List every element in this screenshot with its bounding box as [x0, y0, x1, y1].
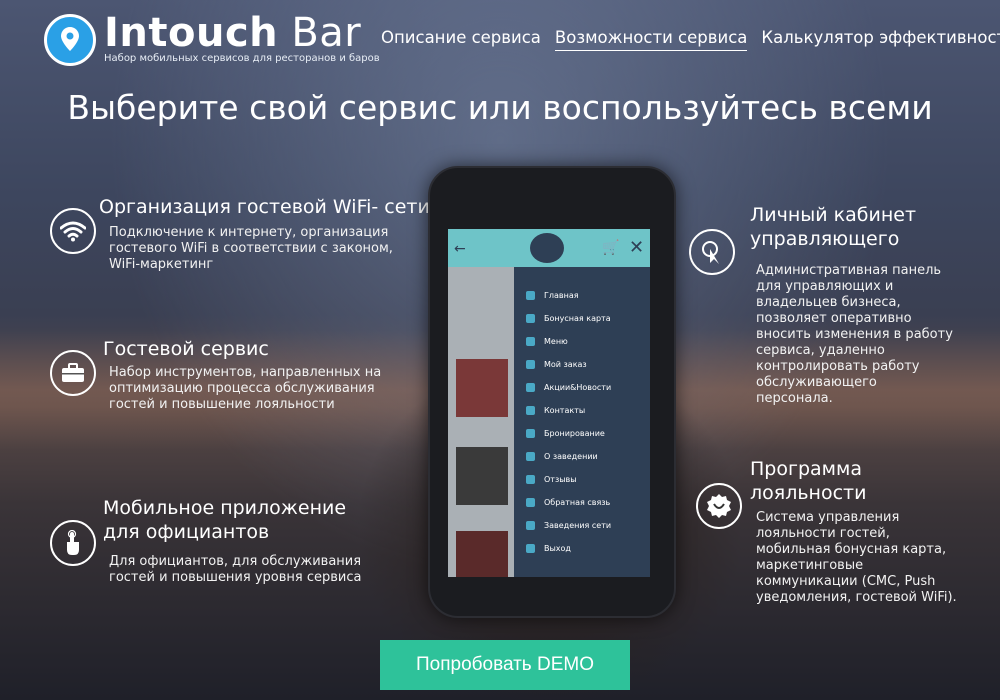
page-headline: Выберите свой сервис или воспользуйтесь … [67, 88, 933, 127]
try-demo-button[interactable]: Попробовать DEMO [380, 640, 630, 690]
megaphone-icon [526, 382, 535, 392]
feature-description: Для официантов, для обслуживания гостей … [109, 554, 362, 585]
app-bar: ← 🛒 ✕ [448, 229, 650, 267]
nav-calculator[interactable]: Калькулятор эффективности [761, 28, 1000, 51]
menu-item-home[interactable]: Главная [526, 287, 579, 303]
nav-description[interactable]: Описание сервиса [381, 28, 541, 51]
card-icon [526, 313, 535, 323]
badge-icon [696, 483, 742, 529]
feature-description: Система управления лояльности гостей, мо… [756, 510, 957, 605]
phone-screen: ← 🛒 ✕ Главная Бонусная карта Меню Мой за… [448, 229, 650, 577]
nav-features[interactable]: Возможности сервиса [554, 28, 748, 51]
bell-icon [526, 428, 535, 438]
menu-item-menu[interactable]: Меню [526, 333, 568, 349]
wifi-icon [50, 208, 96, 254]
exit-icon [526, 543, 535, 553]
logo[interactable]: Intouch Bar Набор мобильных сервисов для… [44, 10, 380, 70]
logo-title: Intouch Bar [104, 10, 362, 56]
menu-item-network[interactable]: Заведения сети [526, 517, 611, 533]
side-menu: Главная Бонусная карта Меню Мой заказ Ак… [514, 267, 650, 577]
app-logo [530, 233, 564, 263]
menu-item-contacts[interactable]: Контакты [526, 402, 585, 418]
menu-item-reviews[interactable]: Отзывы [526, 471, 577, 487]
content-thumbnail [456, 359, 508, 417]
back-arrow-icon[interactable]: ← [454, 241, 466, 257]
network-icon [526, 520, 535, 530]
menu-item-feedback[interactable]: Обратная связь [526, 494, 610, 510]
feature-description: Набор инструментов, направленных на опти… [109, 365, 382, 412]
location-icon [526, 405, 535, 415]
menu-item-about[interactable]: О заведении [526, 448, 598, 464]
book-icon [526, 336, 535, 346]
feature-description: Подключение к интернету, организация гос… [109, 225, 393, 272]
feature-title: Программа лояльности [750, 458, 867, 504]
phone-icon [526, 290, 535, 300]
content-thumbnail [456, 447, 508, 505]
feature-title: Гостевой сервис [103, 338, 269, 360]
feature-title: Мобильное приложение для официантов [103, 497, 347, 543]
menu-item-my-order[interactable]: Мой заказ [526, 356, 587, 372]
menu-item-logout[interactable]: Выход [526, 540, 571, 556]
logo-pin-icon [44, 14, 96, 66]
briefcase-icon [50, 350, 96, 396]
basket-icon[interactable]: 🛒 [602, 240, 619, 256]
chat-icon [526, 474, 535, 484]
feature-title: Личный кабинет управляющего [750, 204, 917, 250]
feature-description: Административная панель для управляющих … [756, 263, 953, 406]
menu-item-booking[interactable]: Бронирование [526, 425, 605, 441]
logo-subtitle: Набор мобильных сервисов для ресторанов … [104, 53, 380, 64]
cart-icon [526, 359, 535, 369]
menu-item-promotions[interactable]: Акции&Новости [526, 379, 611, 395]
feature-title: Организация гостевой WiFi- сети [99, 196, 430, 218]
touch-hand-icon [50, 520, 96, 566]
app-content-behind [448, 267, 514, 577]
top-nav: Описание сервиса Возможности сервиса Кал… [381, 28, 1000, 51]
pointer-click-icon [689, 229, 735, 275]
message-icon [526, 497, 535, 507]
house-icon [526, 451, 535, 461]
menu-item-bonus-card[interactable]: Бонусная карта [526, 310, 611, 326]
content-thumbnail [456, 531, 508, 577]
close-icon[interactable]: ✕ [629, 237, 644, 258]
